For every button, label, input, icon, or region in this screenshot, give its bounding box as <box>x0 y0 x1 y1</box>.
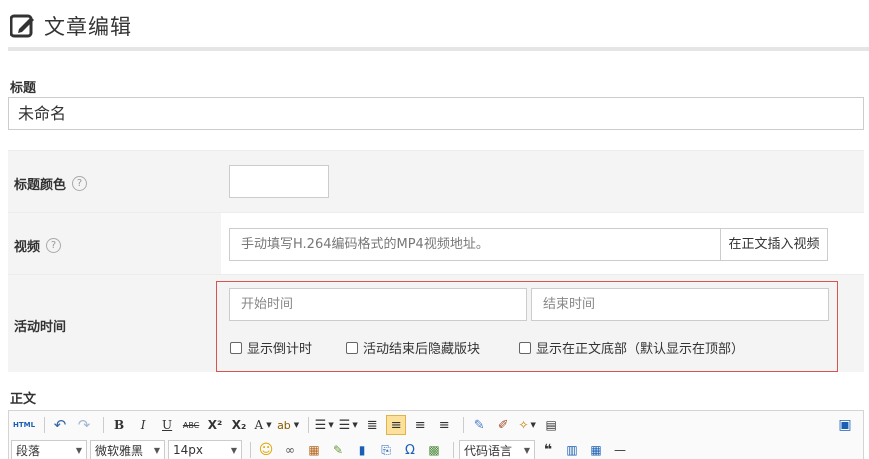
edit-icon <box>10 14 34 38</box>
table-icon[interactable]: ▦ <box>586 440 606 459</box>
checkbox-label: 显示在正文底部（默认显示在顶部） <box>536 342 745 357</box>
subscript-button[interactable]: X₂ <box>229 415 249 435</box>
ordered-list-icon[interactable]: ☰ ▼ <box>314 415 334 435</box>
video-icon[interactable]: ▮ <box>352 440 372 459</box>
title-color-label: 标题颜色 <box>14 178 67 193</box>
horizontal-rule-icon[interactable]: — <box>610 440 630 459</box>
insert-video-button[interactable]: 在正文插入视频 <box>720 228 828 261</box>
image-icon[interactable]: ▦ <box>304 440 324 459</box>
paragraph-select[interactable]: 段落 ▼ <box>11 440 87 459</box>
page-title: 文章编辑 <box>44 15 132 39</box>
paste-text-icon[interactable]: ▤ <box>541 415 561 435</box>
strikethrough-button[interactable]: ABC <box>181 415 201 435</box>
title-color-picker[interactable] <box>229 165 329 198</box>
bold-button[interactable]: B <box>109 415 129 435</box>
align-right-icon[interactable]: ≡ <box>434 415 454 435</box>
activity-time-box: 开始时间 结束时间 显示倒计时 活动结束后隐藏版块 显示在正文底部（默认显示在顶… <box>216 281 838 372</box>
eraser-icon[interactable]: ✎ <box>469 415 489 435</box>
map-icon[interactable]: ▩ <box>424 440 444 459</box>
underline-button[interactable]: U <box>157 415 177 435</box>
redo-icon[interactable]: ↷ <box>74 415 94 435</box>
quote-icon[interactable]: ❝ <box>538 440 558 459</box>
checkbox-box[interactable] <box>519 341 531 354</box>
unordered-list-icon[interactable]: ☰ ▼ <box>338 415 358 435</box>
help-icon[interactable]: ? <box>72 176 88 191</box>
align-left-icon[interactable]: ≡ <box>386 415 407 435</box>
hide-after-end-checkbox[interactable]: 活动结束后隐藏版块 <box>346 338 480 357</box>
fullscreen-icon[interactable]: ▣ <box>835 415 855 435</box>
activity-time-label: 活动时间 <box>14 320 67 335</box>
end-time-input[interactable]: 结束时间 <box>531 288 829 321</box>
scrawl-icon[interactable]: ✎ <box>328 440 348 459</box>
align-center-icon[interactable]: ≡ <box>410 415 430 435</box>
body-label: 正文 <box>10 392 37 407</box>
row-video: 手动填写H.264编码格式的MP4视频地址。 在正文插入视频 视频 ? <box>8 212 864 274</box>
link-icon[interactable]: ∞ <box>280 440 300 459</box>
italic-button[interactable]: I <box>133 415 153 435</box>
magic-format-icon[interactable]: ✧ ▼ <box>517 415 537 435</box>
superscript-button[interactable]: X² <box>205 415 225 435</box>
code-language-select[interactable]: 代码语言 ▼ <box>459 440 535 459</box>
checkbox-label: 活动结束后隐藏版块 <box>363 342 481 357</box>
toolbar-row-1: HTML ↶ ↷ B I U ABC X² X₂ A ▼ ab ▼ ☰ ▼ ☰ ▼ ≣ … <box>9 413 863 437</box>
header-divider <box>8 47 869 51</box>
emoji-icon[interactable]: ☺ <box>256 440 276 459</box>
attachment-icon[interactable]: ⎘ <box>376 440 396 459</box>
toolbar-row-2: 段落 ▼ 微软雅黑 ▼ 14px ▼ ☺ ∞ ▦ ✎ ▮ ⎘ Ω ▩ 代码语言 ▼ ❝ … <box>9 438 863 459</box>
font-family-select[interactable]: 微软雅黑 ▼ <box>90 440 165 459</box>
show-countdown-checkbox[interactable]: 显示倒计时 <box>230 338 312 357</box>
page-header: 文章编辑 <box>10 10 132 42</box>
format-brush-icon[interactable]: ✐ <box>493 415 513 435</box>
start-time-input[interactable]: 开始时间 <box>229 288 527 321</box>
html-source-button[interactable]: HTML <box>13 415 35 435</box>
show-at-bottom-checkbox[interactable]: 显示在正文底部（默认显示在顶部） <box>519 338 744 357</box>
title-label: 标题 <box>10 81 37 96</box>
checkbox-box[interactable] <box>346 341 358 354</box>
video-url-input[interactable]: 手动填写H.264编码格式的MP4视频地址。 <box>229 228 721 261</box>
special-char-icon[interactable]: Ω <box>400 440 420 459</box>
indent-icon[interactable]: ≣ <box>362 415 382 435</box>
template-icon[interactable]: ▥ <box>562 440 582 459</box>
help-icon[interactable]: ? <box>46 238 62 253</box>
rich-text-editor: HTML ↶ ↷ B I U ABC X² X₂ A ▼ ab ▼ ☰ ▼ ☰ ▼ ≣ … <box>8 410 864 459</box>
checkbox-box[interactable] <box>230 341 242 354</box>
video-label: 视频 <box>14 240 41 255</box>
font-color-button[interactable]: A ▼ <box>253 415 273 435</box>
font-size-select[interactable]: 14px ▼ <box>168 440 242 459</box>
undo-icon[interactable]: ↶ <box>50 415 70 435</box>
row-title-color: 标题颜色 ? <box>8 150 864 212</box>
title-input[interactable]: 未命名 <box>8 97 864 130</box>
highlight-icon[interactable]: ab ▼ <box>277 415 299 435</box>
checkbox-label: 显示倒计时 <box>247 342 313 357</box>
